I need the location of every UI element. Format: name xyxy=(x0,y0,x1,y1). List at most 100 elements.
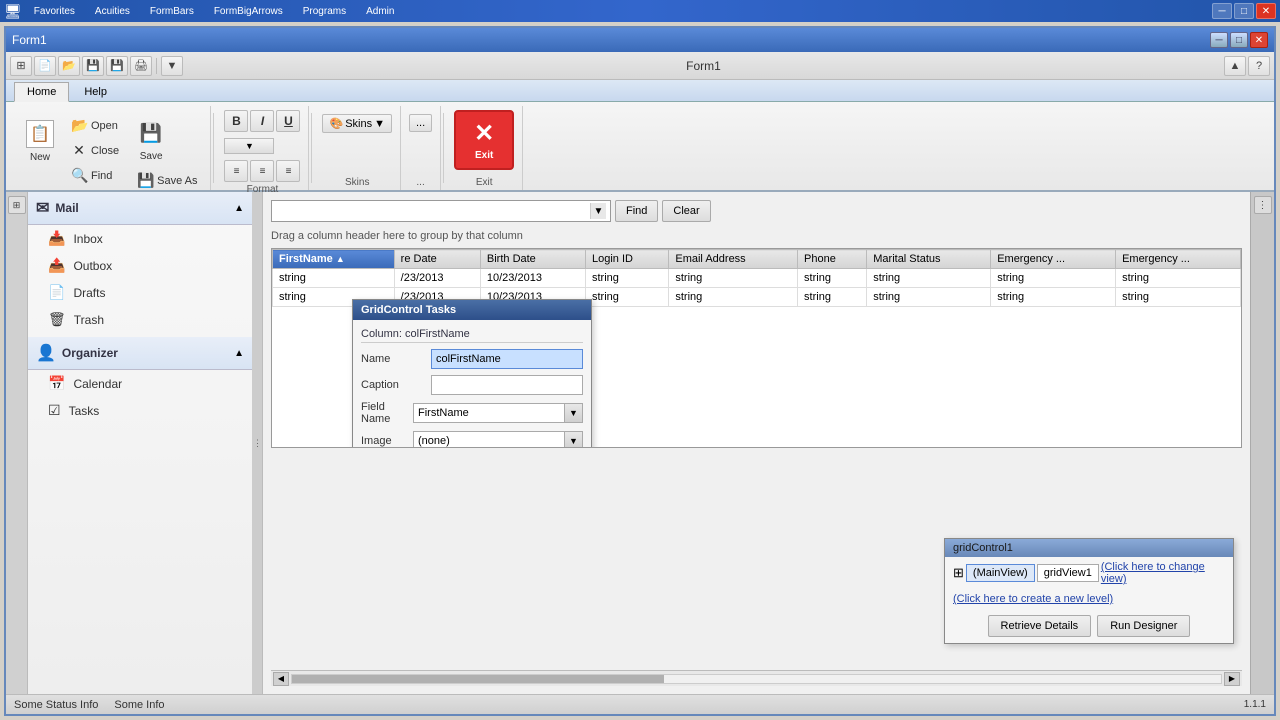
qa-saveas-btn[interactable]: 💾 xyxy=(106,56,128,76)
main-view-tab[interactable]: (MainView) xyxy=(966,564,1035,582)
nav-formbigarrows[interactable]: FormBigArrows xyxy=(208,5,289,18)
sidebar-item-outbox[interactable]: 📤 Outbox xyxy=(28,252,252,279)
scroll-right-btn[interactable]: ▶ xyxy=(1224,672,1240,686)
qa-dropdown-btn[interactable]: ▼ xyxy=(161,56,183,76)
align-center-button[interactable]: ≡ xyxy=(250,160,274,182)
cell-emerg2-1: string xyxy=(1116,269,1241,288)
nav-favorites[interactable]: Favorites xyxy=(28,5,81,18)
main-window-controls: ─ □ ✕ xyxy=(1210,32,1268,48)
col-marital[interactable]: Marital Status xyxy=(867,250,991,269)
qa-save-btn[interactable]: 💾 xyxy=(82,56,104,76)
search-input[interactable] xyxy=(276,205,590,217)
gt-name-input[interactable] xyxy=(431,349,583,369)
save-button[interactable]: 💾 Save xyxy=(132,114,170,165)
save-btns: 💾 Save 💾 Save As xyxy=(132,114,202,192)
col-firstname[interactable]: FirstName ▲ xyxy=(273,250,395,269)
app-minimize-btn[interactable]: ─ xyxy=(1212,3,1232,19)
win-minimize-btn[interactable]: ─ xyxy=(1210,32,1228,48)
grid-tasks-content: Column: colFirstName Name Caption xyxy=(353,320,591,448)
skins-dropdown-btn[interactable]: 🎨 Skins ▼ xyxy=(322,114,392,133)
bottom-panel-level: (Click here to create a new level) xyxy=(945,589,1233,609)
sidebar-item-drafts[interactable]: 📄 Drafts xyxy=(28,279,252,306)
app-maximize-btn[interactable]: □ xyxy=(1234,3,1254,19)
app-close-btn[interactable]: ✕ xyxy=(1256,3,1276,19)
new-icon: 📋 xyxy=(24,118,56,150)
sidebar-mail-header[interactable]: ✉ Mail ▲ xyxy=(28,192,252,225)
gt-caption-input[interactable] xyxy=(431,375,583,395)
qa-new-btn[interactable]: 📄 xyxy=(34,56,56,76)
status-info-1: Some Status Info xyxy=(14,699,98,711)
close-button[interactable]: ✕ Close xyxy=(66,139,124,162)
win-restore-btn[interactable]: □ xyxy=(1230,32,1248,48)
align-right-button[interactable]: ≡ xyxy=(276,160,300,182)
gt-image-input[interactable] xyxy=(413,431,565,448)
scroll-left-btn[interactable]: ◀ xyxy=(273,672,289,686)
clear-button[interactable]: Clear xyxy=(662,200,710,222)
nav-formbars[interactable]: FormBars xyxy=(144,5,200,18)
gt-fieldname-btn[interactable]: ▼ xyxy=(565,403,583,423)
qa-open-btn[interactable]: 📂 xyxy=(58,56,80,76)
gt-image-btn[interactable]: ▼ xyxy=(565,431,583,448)
gt-image-label: Image xyxy=(361,435,405,447)
col-birthdate[interactable]: Birth Date xyxy=(480,250,585,269)
qa-help-btn[interactable]: ? xyxy=(1248,56,1270,76)
nav-programs[interactable]: Programs xyxy=(297,5,352,18)
search-dropdown-btn[interactable]: ▼ xyxy=(590,203,606,219)
qa-grid-btn[interactable]: ⊞ xyxy=(10,56,32,76)
col-email[interactable]: Email Address xyxy=(669,250,798,269)
tab-help[interactable]: Help xyxy=(71,82,120,101)
nav-acuities[interactable]: Acuities xyxy=(89,5,136,18)
app-icon: 🖥 xyxy=(4,3,22,20)
col-phone[interactable]: Phone xyxy=(798,250,867,269)
sidebar-calendar-label: Calendar xyxy=(73,377,122,391)
sidebar-collapse-handle[interactable]: ⋮ xyxy=(253,192,263,694)
new-label: New xyxy=(30,152,50,163)
gt-fieldname-row: Field Name ▼ xyxy=(361,401,583,425)
bold-button[interactable]: B xyxy=(224,110,248,132)
win-close-btn[interactable]: ✕ xyxy=(1250,32,1268,48)
gt-name-row: Name xyxy=(361,349,583,369)
save-as-button[interactable]: 💾 Save As xyxy=(132,169,202,192)
main-window-titlebar: Form1 ─ □ ✕ xyxy=(6,28,1274,52)
underline-button[interactable]: U xyxy=(276,110,300,132)
outbox-icon: 📤 xyxy=(48,257,65,274)
gt-fieldname-input[interactable] xyxy=(413,403,565,423)
align-left-button[interactable]: ≡ xyxy=(224,160,248,182)
italic-button[interactable]: I xyxy=(250,110,274,132)
col-emergency1[interactable]: Emergency ... xyxy=(991,250,1116,269)
color-dropdown-btn[interactable]: ▼ xyxy=(224,138,274,154)
qa-help-collapse-btn[interactable]: ▲ xyxy=(1224,56,1246,76)
sidebar-item-inbox[interactable]: 📥 Inbox xyxy=(28,225,252,252)
more-btn[interactable]: ... xyxy=(409,114,432,132)
tab-home[interactable]: Home xyxy=(14,82,69,102)
new-level-link[interactable]: (Click here to create a new level) xyxy=(953,593,1113,605)
scroll-track[interactable] xyxy=(291,674,1222,684)
find-button[interactable]: 🔍 Find xyxy=(66,164,124,187)
find-button[interactable]: Find xyxy=(615,200,658,222)
calendar-icon: 📅 xyxy=(48,375,65,392)
run-designer-btn[interactable]: Run Designer xyxy=(1097,615,1190,637)
open-button[interactable]: 📂 Open xyxy=(66,114,124,137)
vtool-btn-1[interactable]: ⋮ xyxy=(1254,196,1272,214)
lo-btn-1[interactable]: ⊞ xyxy=(8,196,26,214)
sidebar-item-calendar[interactable]: 📅 Calendar xyxy=(28,370,252,397)
change-view-link[interactable]: (Click here to change view) xyxy=(1101,561,1225,585)
find-icon: 🔍 xyxy=(71,167,87,184)
sidebar-item-tasks[interactable]: ☑ Tasks xyxy=(28,397,252,424)
col-redate[interactable]: re Date xyxy=(394,250,480,269)
sidebar-organizer-header[interactable]: 👤 Organizer ▲ xyxy=(28,337,252,370)
grid-tasks-section-title: Column: colFirstName xyxy=(361,328,583,343)
col-loginid[interactable]: Login ID xyxy=(586,250,669,269)
col-emergency2[interactable]: Emergency ... xyxy=(1116,250,1241,269)
new-button[interactable]: 📋 New xyxy=(18,110,62,170)
ribbon-format-content: B I U ▼ ≡ ≡ ≡ xyxy=(224,106,300,182)
color-dropdown-row: ▼ xyxy=(224,138,300,154)
qa-print-btn[interactable]: 🖨 xyxy=(130,56,152,76)
grid-view-tab[interactable]: gridView1 xyxy=(1037,564,1099,582)
sidebar-item-trash[interactable]: 🗑 Trash xyxy=(28,306,252,333)
nav-admin[interactable]: Admin xyxy=(360,5,400,18)
retrieve-details-btn[interactable]: Retrieve Details xyxy=(988,615,1092,637)
view-icon: ⊞ xyxy=(953,565,964,581)
exit-button[interactable]: ✕ Exit xyxy=(454,110,514,170)
tasks-icon: ☑ xyxy=(48,402,61,419)
